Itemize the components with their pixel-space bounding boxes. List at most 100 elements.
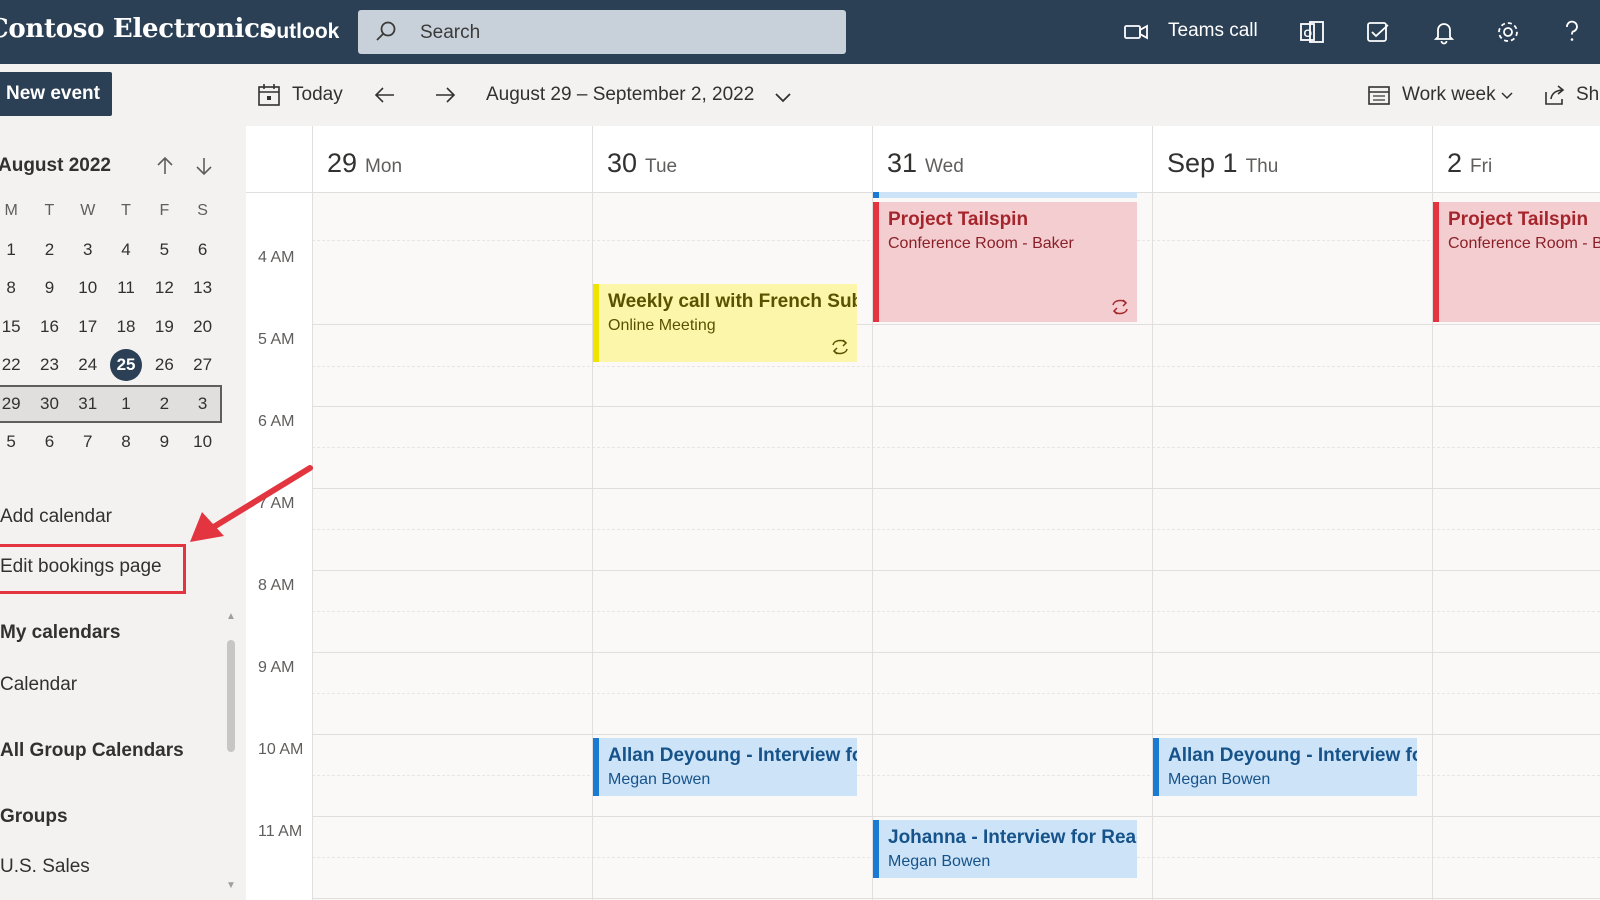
mini-calendar-day[interactable]: 6	[183, 232, 221, 268]
mini-calendar-week: 15 16 17 18 19 20	[0, 308, 228, 347]
calendar-event-partial[interactable]	[873, 192, 1137, 198]
mini-calendar-day[interactable]: 12	[145, 270, 183, 306]
scroll-down-arrow[interactable]: ▼	[226, 880, 236, 891]
day-header[interactable]: 31 Wed	[872, 126, 1152, 192]
my-calendars-heading[interactable]: My calendars	[0, 622, 120, 644]
left-pane-scrollbar[interactable]	[227, 640, 235, 752]
top-bar: Contoso Electronics Outlook Search Teams…	[0, 0, 1600, 64]
mini-calendar-day[interactable]: 23	[30, 347, 68, 383]
share-button[interactable]: Share	[1576, 84, 1600, 106]
new-event-button[interactable]: New event	[0, 72, 112, 116]
office-icon[interactable]: O	[1298, 18, 1326, 46]
mini-calendar-day[interactable]: 26	[145, 347, 183, 383]
date-range-label[interactable]: August 29 – September 2, 2022	[486, 84, 754, 106]
scroll-up-arrow[interactable]: ▲	[226, 611, 236, 622]
mini-calendar-day[interactable]: 3	[183, 386, 221, 422]
mini-calendar-day[interactable]: 20	[183, 309, 221, 345]
day-header[interactable]: 30 Tue	[592, 126, 872, 192]
mini-calendar-day[interactable]: 15	[0, 309, 30, 345]
all-group-calendars-heading[interactable]: All Group Calendars	[0, 740, 184, 762]
day-number: 2	[1447, 148, 1463, 178]
calendar-event[interactable]: Weekly call with French Subsidiary Onlin…	[593, 284, 857, 362]
calendar-event[interactable]: Allan Deyoung - Interview for Role Megan…	[593, 738, 857, 796]
us-sales-group-item[interactable]: U.S. Sales	[0, 856, 90, 878]
mini-calendar-day[interactable]: 5	[145, 232, 183, 268]
mini-calendar-day[interactable]: 4	[107, 232, 145, 268]
groups-heading[interactable]: Groups	[0, 806, 68, 828]
calendar-view-icon[interactable]	[1366, 82, 1392, 108]
day-header[interactable]: 29 Mon	[312, 126, 592, 192]
arrow-up-icon[interactable]	[153, 154, 177, 178]
today-button[interactable]: Today	[292, 84, 343, 106]
tasks-icon[interactable]	[1364, 18, 1392, 46]
annotation-highlight-box	[0, 544, 186, 594]
bell-icon[interactable]	[1430, 18, 1458, 46]
day-number: 30	[607, 148, 638, 178]
mini-calendar-day[interactable]: 3	[69, 232, 107, 268]
day-header[interactable]: Sep 1 Thu	[1152, 126, 1432, 192]
event-title: Project Tailspin	[888, 209, 1029, 230]
mini-calendar-day[interactable]: 5	[0, 424, 30, 460]
mini-calendar-day[interactable]: 19	[145, 309, 183, 345]
mini-calendar-day[interactable]: 7	[69, 424, 107, 460]
calendar-today-icon[interactable]	[256, 82, 282, 108]
gear-icon[interactable]	[1494, 18, 1522, 46]
mini-calendar-day[interactable]: 9	[30, 270, 68, 306]
mini-calendar-weekdays: M T W T F S	[0, 192, 228, 231]
mini-calendar-day[interactable]: 30	[30, 386, 68, 422]
calendar-event[interactable]: Allan Deyoung - Interview for Role Megan…	[1153, 738, 1417, 796]
mini-calendar-day[interactable]: 10	[183, 424, 221, 460]
calendar-event[interactable]: Project Tailspin Conference Room - Baker	[1433, 202, 1600, 322]
arrow-left-icon[interactable]	[372, 82, 398, 108]
mini-calendar-day[interactable]: 9	[145, 424, 183, 460]
day-name: Tue	[645, 156, 678, 177]
video-camera-icon[interactable]	[1122, 18, 1150, 46]
mini-calendar-title[interactable]: August 2022	[0, 155, 111, 177]
search-input[interactable]: Search	[358, 10, 846, 54]
day-name: Fri	[1470, 156, 1493, 177]
view-selector[interactable]: Work week	[1402, 84, 1496, 106]
event-organizer: Megan Bowen	[608, 771, 711, 788]
mini-calendar-week: 22 23 24 25 26 27	[0, 346, 228, 385]
mini-calendar-day[interactable]: 2	[30, 232, 68, 268]
help-icon[interactable]	[1558, 18, 1586, 46]
mini-calendar-day[interactable]: 24	[69, 347, 107, 383]
mini-calendar-day[interactable]: 27	[183, 347, 221, 383]
arrow-down-icon[interactable]	[192, 154, 216, 178]
mini-calendar-day[interactable]: 11	[107, 270, 145, 306]
mini-calendar-day[interactable]: 8	[107, 424, 145, 460]
mini-calendar-day[interactable]: 22	[0, 347, 30, 383]
calendar-event[interactable]: Johanna - Interview for React Developer …	[873, 820, 1137, 878]
teams-call-button[interactable]: Teams call	[1168, 20, 1258, 42]
mini-calendar-day[interactable]: 16	[30, 309, 68, 345]
mini-calendar-day[interactable]: 10	[69, 270, 107, 306]
mini-calendar-today[interactable]: 25	[110, 349, 143, 382]
chevron-down-icon[interactable]	[770, 84, 796, 110]
weekday-label: F	[159, 202, 170, 220]
mini-calendar-week: 1 2 3 4 5 6	[0, 231, 228, 270]
mini-calendar-day[interactable]: 17	[69, 309, 107, 345]
calendar-event[interactable]: Project Tailspin Conference Room - Baker	[873, 202, 1137, 322]
hour-label: 6 AM	[258, 413, 295, 430]
mini-calendar-day[interactable]: 1	[0, 232, 30, 268]
mini-calendar-day[interactable]: 31	[69, 386, 107, 422]
mini-calendar-day[interactable]: 8	[0, 270, 30, 306]
calendar-item[interactable]: Calendar	[0, 674, 77, 696]
org-brand: Contoso Electronics	[0, 14, 274, 44]
chevron-down-icon[interactable]	[1498, 84, 1516, 106]
day-header[interactable]: 2 Fri	[1432, 126, 1600, 192]
mini-calendar-day[interactable]: 6	[30, 424, 68, 460]
share-icon[interactable]	[1542, 82, 1568, 108]
arrow-right-icon[interactable]	[432, 82, 458, 108]
event-title: Allan Deyoung - Interview for Role	[608, 745, 857, 766]
time-column	[246, 126, 312, 900]
hour-label: 8 AM	[258, 577, 295, 594]
recurring-icon	[832, 339, 848, 355]
mini-calendar-day[interactable]: 13	[183, 270, 221, 306]
add-calendar-link[interactable]: Add calendar	[0, 506, 112, 528]
mini-calendar-day[interactable]: 2	[145, 386, 183, 422]
mini-calendar-day[interactable]: 29	[0, 386, 30, 422]
mini-calendar-day[interactable]: 1	[107, 386, 145, 422]
mini-calendar-day[interactable]: 18	[107, 309, 145, 345]
app-name[interactable]: Outlook	[260, 20, 339, 44]
